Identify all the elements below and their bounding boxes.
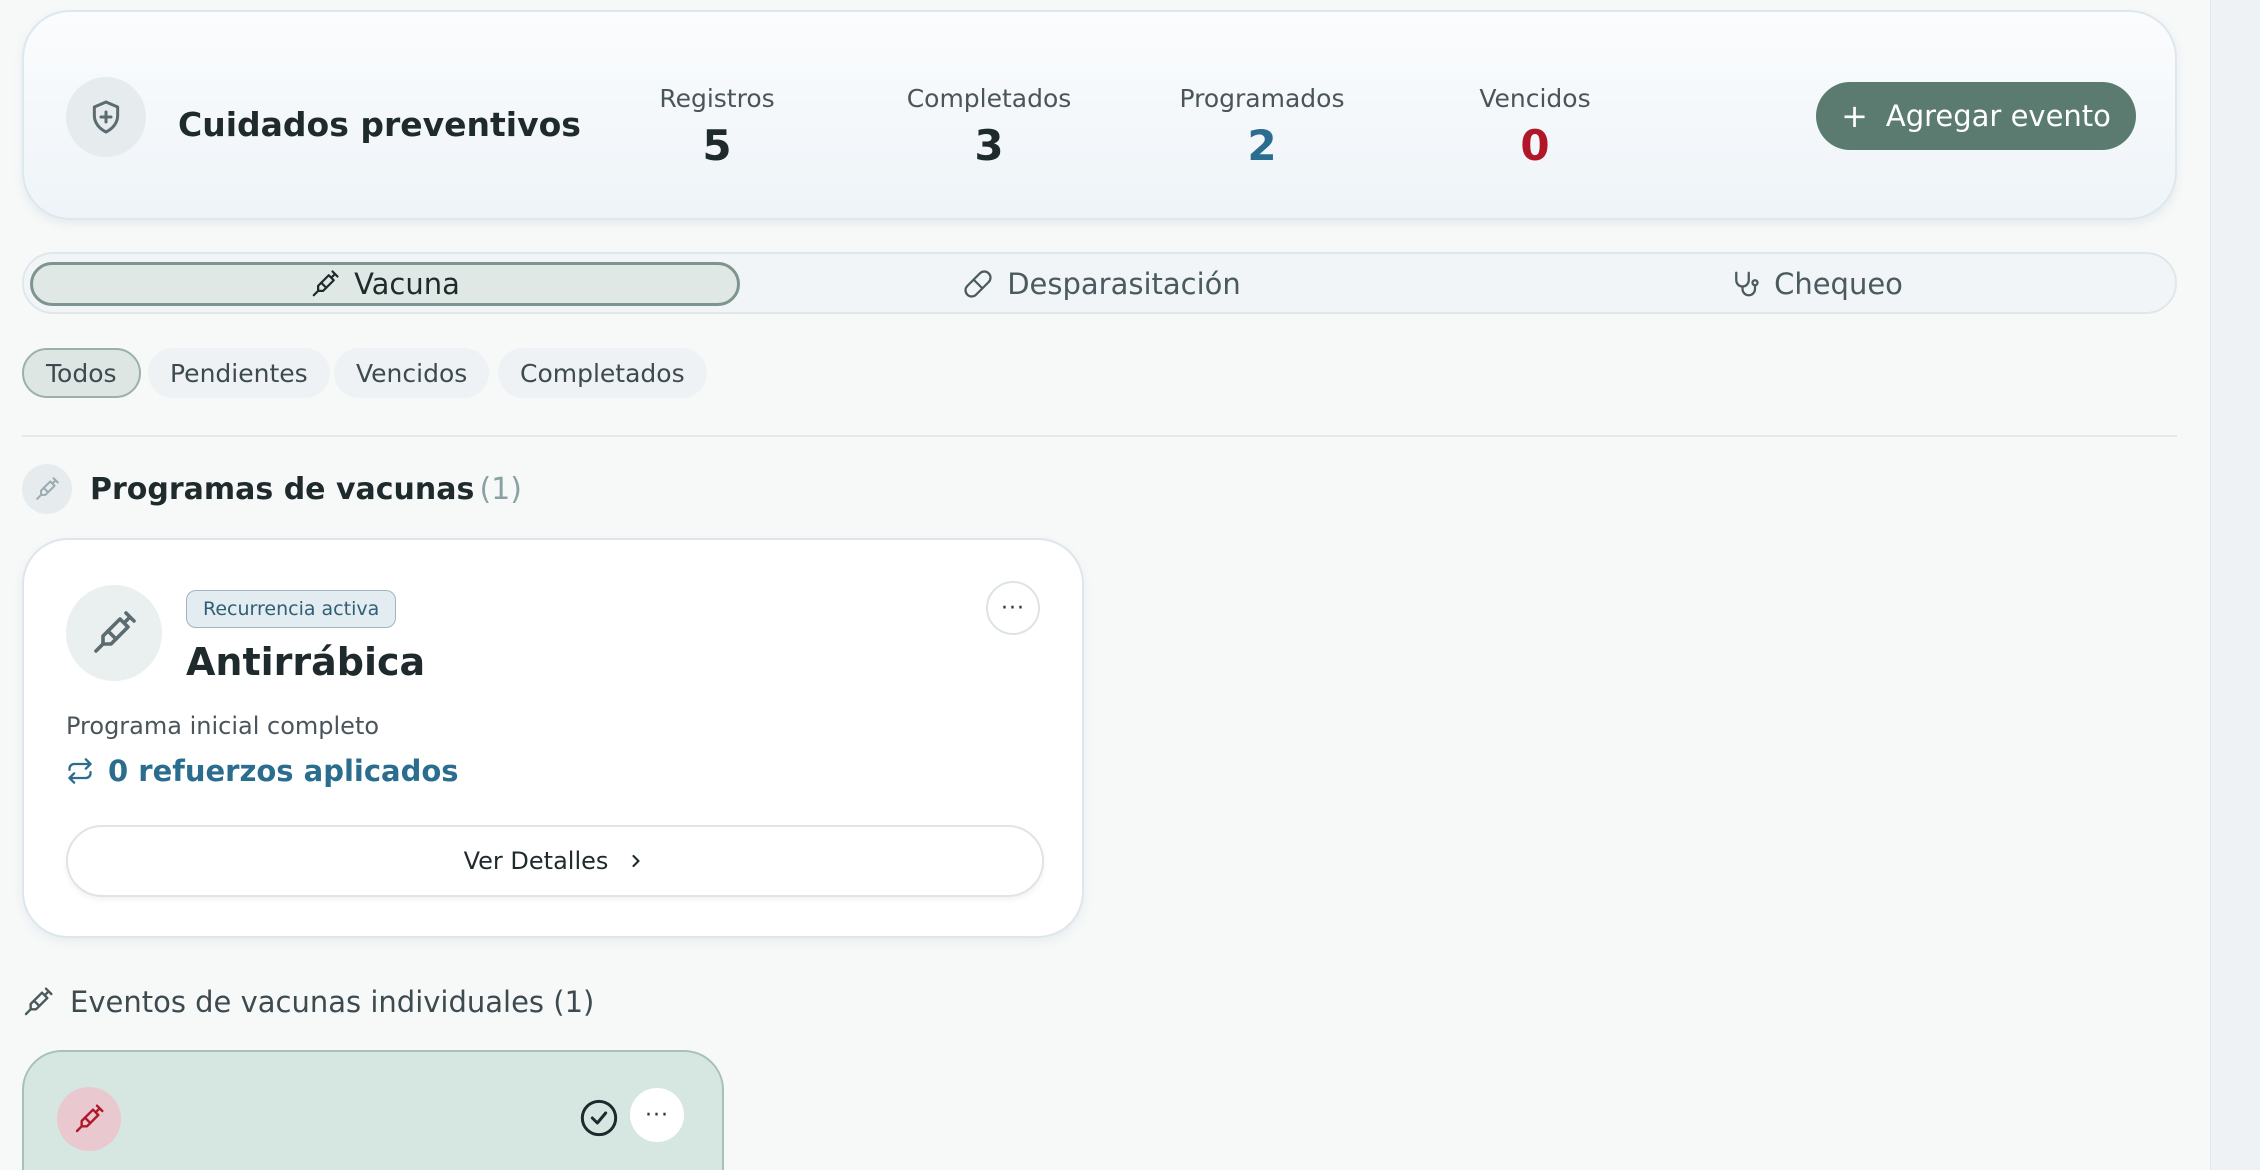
status-badge: Recurrencia activa bbox=[186, 590, 397, 628]
tab-desparasitacion[interactable]: Desparasitación bbox=[742, 262, 1462, 306]
plus-icon: + bbox=[1841, 97, 1868, 135]
stat-vencidos: Vencidos 0 bbox=[1415, 84, 1655, 170]
care-type-tabs: Vacuna Desparasitación Chequeo bbox=[22, 252, 2177, 314]
stat-programados: Programados 2 bbox=[1142, 84, 1382, 170]
events-section-header: Eventos de vacunas individuales (1) bbox=[22, 985, 594, 1019]
preventive-care-summary-card: Cuidados preventivos Registros 5 Complet… bbox=[22, 10, 2177, 220]
boosters-label: 0 refuerzos aplicados bbox=[108, 754, 459, 788]
filter-vencidos[interactable]: Vencidos bbox=[334, 348, 490, 398]
stat-label: Programados bbox=[1179, 84, 1345, 113]
filter-pendientes[interactable]: Pendientes bbox=[148, 348, 330, 398]
tab-vacuna[interactable]: Vacuna bbox=[30, 262, 740, 306]
vaccine-program-card: Recurrencia activa Antirrábica ··· Progr… bbox=[22, 538, 1084, 938]
stat-value: 2 bbox=[1247, 121, 1277, 170]
tab-label: Vacuna bbox=[354, 267, 460, 301]
syringe-icon bbox=[66, 585, 162, 681]
program-subtitle: Programa inicial completo bbox=[66, 712, 380, 740]
check-circle-icon[interactable] bbox=[579, 1098, 619, 1138]
syringe-icon bbox=[57, 1087, 121, 1151]
stat-label: Completados bbox=[906, 84, 1072, 113]
chevron-right-icon bbox=[632, 854, 640, 868]
stat-label: Registros bbox=[659, 84, 775, 113]
pill-icon bbox=[964, 270, 992, 298]
stat-value: 5 bbox=[702, 121, 732, 170]
boosters-link[interactable]: 0 refuerzos aplicados bbox=[66, 754, 459, 788]
syringe-icon bbox=[22, 464, 72, 514]
view-details-button[interactable]: Ver Detalles bbox=[66, 825, 1044, 897]
stat-label: Vencidos bbox=[1479, 84, 1591, 113]
syringe-icon bbox=[312, 270, 339, 297]
add-event-label: Agregar evento bbox=[1885, 99, 2111, 133]
filter-todos[interactable]: Todos bbox=[22, 348, 141, 398]
repeat-icon bbox=[68, 758, 92, 784]
page-title: Cuidados preventivos bbox=[178, 105, 581, 144]
main-content: Cuidados preventivos Registros 5 Complet… bbox=[0, 0, 2210, 1170]
more-options-button[interactable]: ··· bbox=[986, 581, 1040, 635]
stat-value: 0 bbox=[1520, 121, 1550, 170]
divider bbox=[22, 435, 2177, 437]
syringe-icon bbox=[24, 987, 53, 1016]
stethoscope-icon bbox=[1735, 271, 1759, 297]
section-title: Eventos de vacunas individuales (1) bbox=[70, 985, 595, 1019]
scrollbar-track[interactable] bbox=[2210, 0, 2260, 1170]
section-count: (1) bbox=[479, 471, 522, 507]
tab-label: Chequeo bbox=[1774, 267, 1903, 301]
add-event-button[interactable]: + Agregar evento bbox=[1816, 82, 2136, 150]
programs-section-header: Programas de vacunas (1) bbox=[22, 464, 522, 514]
stat-completados: Completados 3 bbox=[869, 84, 1109, 170]
stat-registros: Registros 5 bbox=[597, 84, 837, 170]
vaccine-event-card[interactable]: ··· bbox=[22, 1050, 724, 1170]
tab-label: Desparasitación bbox=[1007, 267, 1241, 301]
program-title: Antirrábica bbox=[186, 640, 426, 684]
view-details-label: Ver Detalles bbox=[463, 847, 609, 875]
shield-plus-icon bbox=[66, 77, 146, 157]
more-options-button[interactable]: ··· bbox=[630, 1088, 684, 1142]
stat-value: 3 bbox=[974, 121, 1004, 170]
filter-completados[interactable]: Completados bbox=[498, 348, 707, 398]
tab-chequeo[interactable]: Chequeo bbox=[1464, 262, 2169, 306]
section-title: Programas de vacunas bbox=[90, 471, 475, 507]
